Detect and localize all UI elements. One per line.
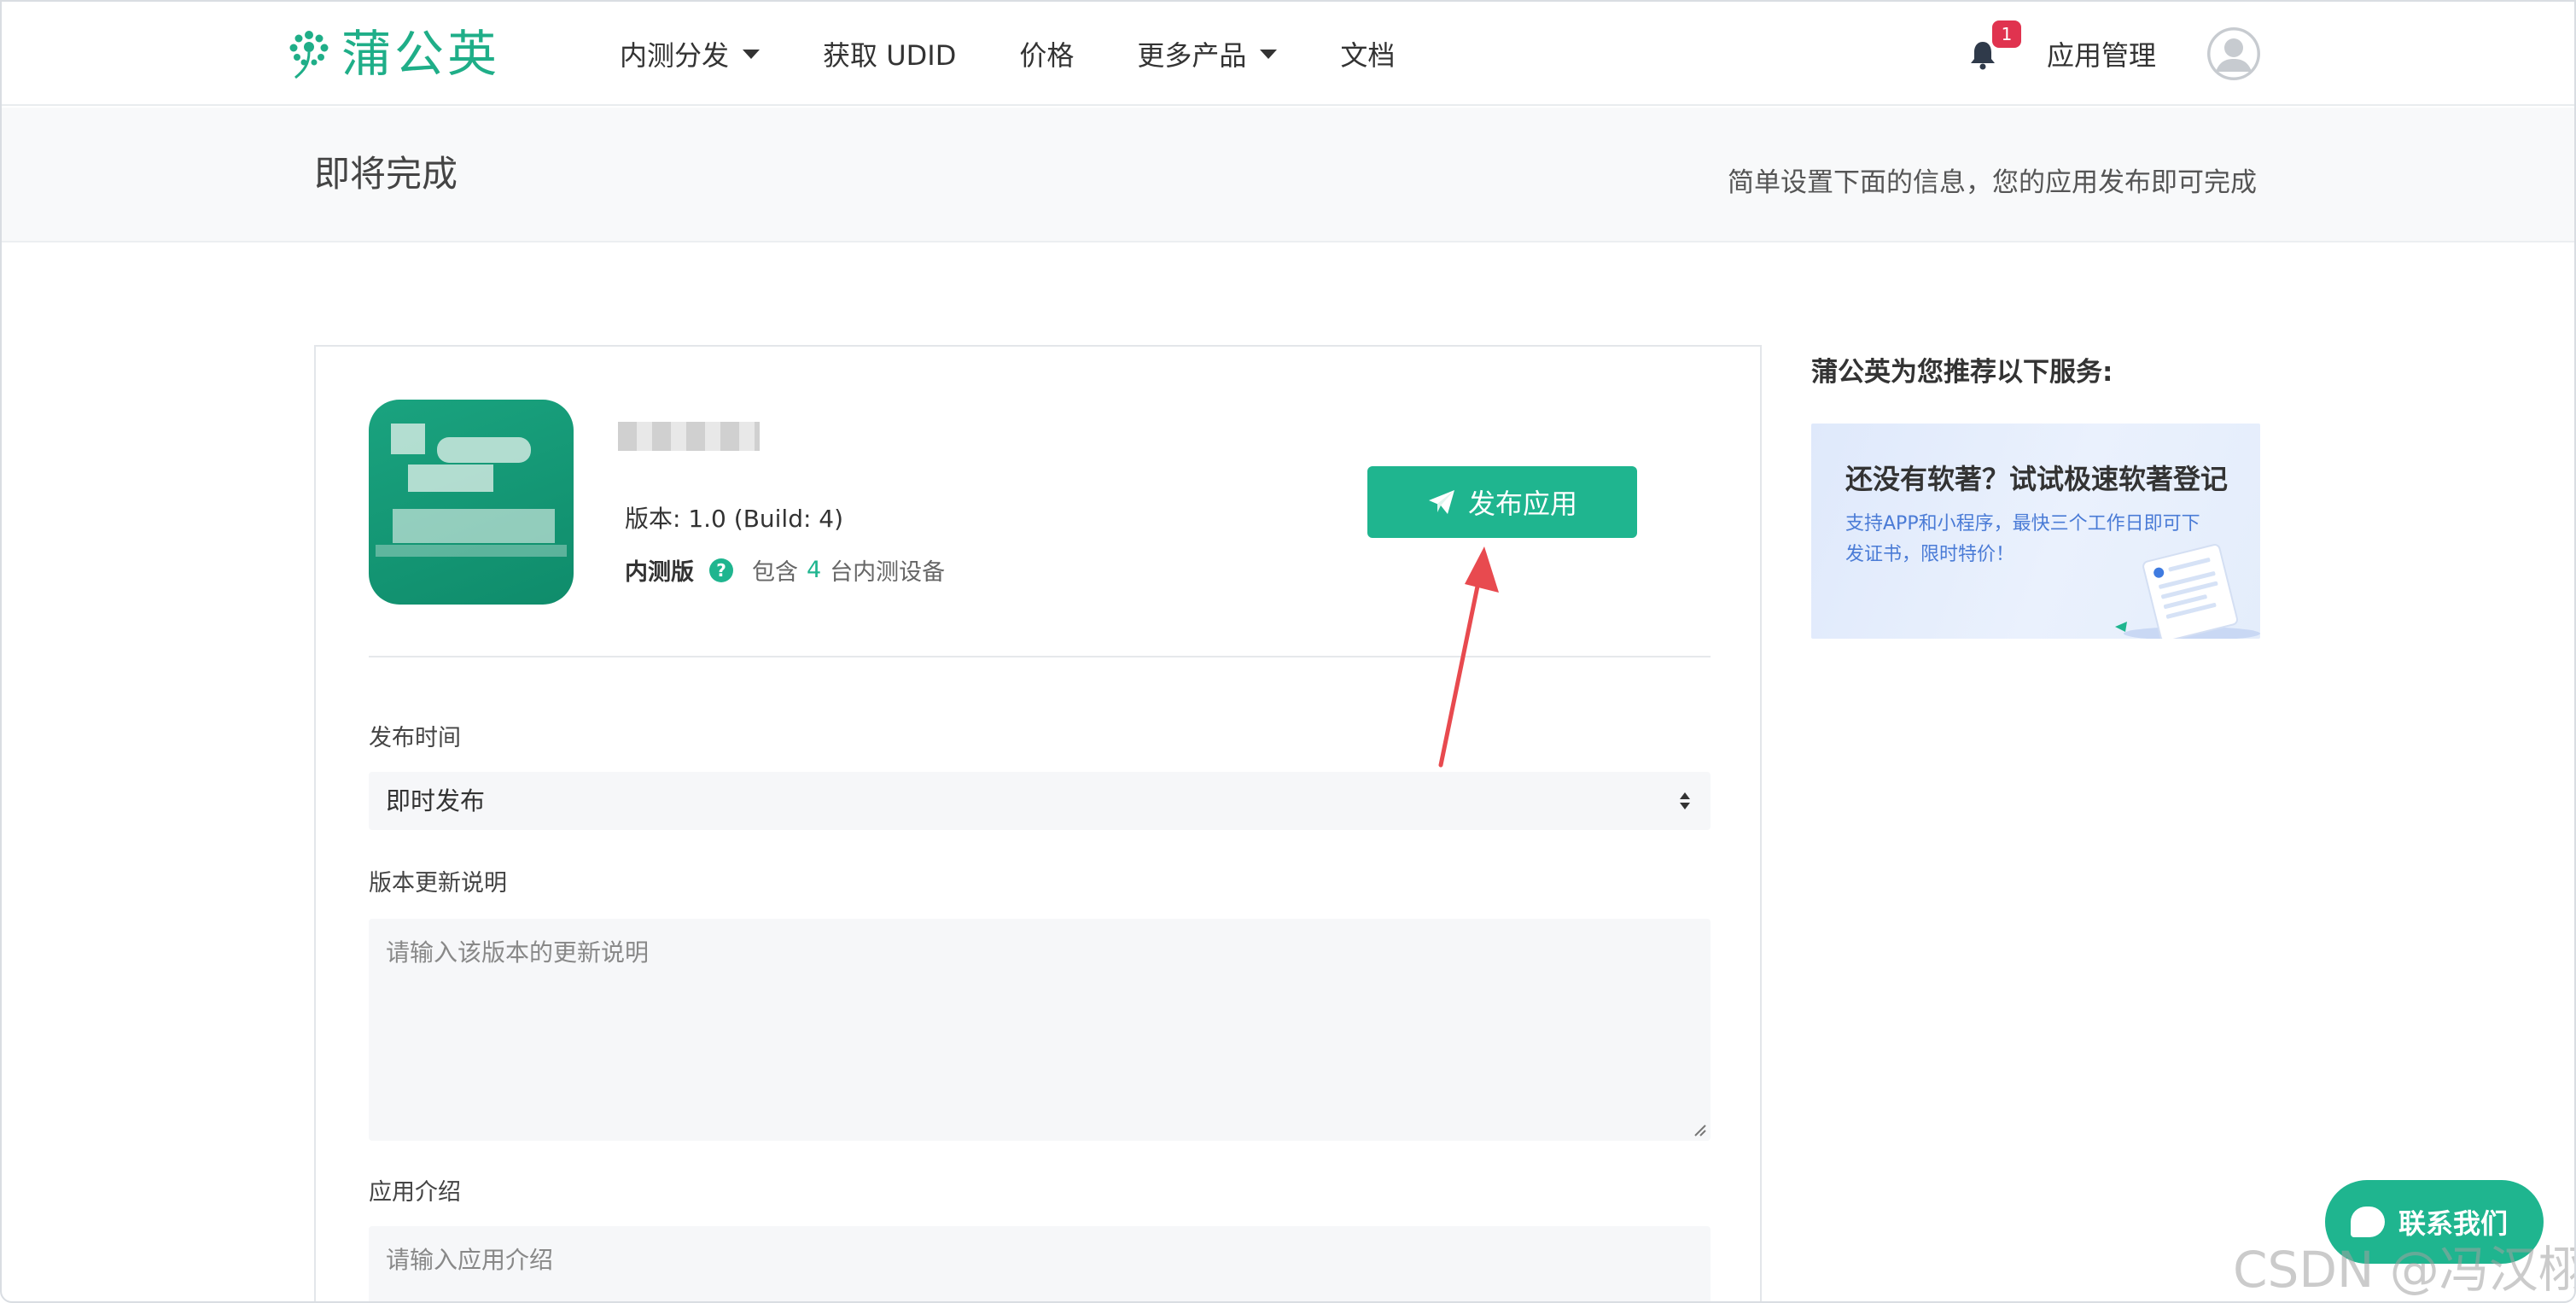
nav-item-pricing[interactable]: 价格 [1019,34,1074,73]
publish-app-button[interactable]: 发布应用 [1367,466,1637,538]
app-intro-placeholder: 请输入应用介绍 [386,1246,554,1274]
nav-item-label: 更多产品 [1137,39,1247,72]
user-silhouette-icon [2207,27,2260,80]
notification-badge: 1 [1992,20,2021,48]
blurred-pixel [408,465,493,492]
channel-label: 内测版 [625,559,694,586]
caret-down-icon [1260,49,1278,59]
blurred-pixel [376,545,567,557]
dandelion-logo-icon [289,31,329,79]
top-navbar: 蒲公英 内测分发 获取 UDID 价格 更多产品 文档 1 应用管理 [2,2,2574,106]
page-title: 即将完成 [314,153,458,195]
app-management-link[interactable]: 应用管理 [2047,34,2156,73]
select-arrows-icon [1680,792,1690,809]
brand-name: 蒲公英 [341,25,501,83]
help-icon[interactable]: ? [709,558,733,582]
app-icon [369,400,574,605]
publish-form-card: 版本: 1.0 (Build: 4) 内测版 ? 包含 4 台内测设备 发布应用… [314,345,1762,1301]
nav-item-label: 文档 [1340,39,1396,72]
certificate-document-icon [2115,544,2260,639]
nav-item-docs[interactable]: 文档 [1340,34,1395,73]
nav-item-get-udid[interactable]: 获取 UDID [823,34,956,73]
caret-down-icon [743,49,761,59]
publish-time-label: 发布时间 [369,725,461,751]
nav-item-beta-distribution[interactable]: 内测分发 [620,34,761,73]
app-name-redacted [618,422,760,451]
blurred-pixel [393,509,555,543]
paper-plane-icon [1428,490,1454,514]
blurred-pixel [437,437,531,463]
resize-handle-icon[interactable] [1692,1122,1707,1137]
update-notes-label: 版本更新说明 [369,870,507,897]
publish-time-value: 即时发布 [386,786,486,815]
app-version: 版本: 1.0 (Build: 4) [625,505,844,533]
brand-logo[interactable]: 蒲公英 [285,24,500,84]
devices-count: 4 [807,557,822,583]
publish-button-label: 发布应用 [1467,488,1577,520]
blurred-pixel [391,424,425,454]
csdn-watermark: CSDN @冯汉栩 [2233,1241,2576,1299]
update-notes-textarea[interactable]: 请输入该版本的更新说明 [369,919,1711,1141]
update-notes-placeholder: 请输入该版本的更新说明 [386,938,650,967]
nav-item-more-products[interactable]: 更多产品 [1137,34,1278,73]
nav-item-label: 价格 [1019,39,1075,72]
devices-suffix: 台内测设备 [830,559,946,586]
page-hint: 简单设置下面的信息，您的应用发布即可完成 [1728,167,2257,198]
publish-time-select[interactable]: 即时发布 [369,772,1711,830]
user-avatar[interactable] [2207,27,2260,80]
section-divider [369,656,1711,657]
annotation-arrow [1438,546,1499,768]
main-nav: 内测分发 获取 UDID 价格 更多产品 文档 [620,2,1458,106]
nav-item-label: 内测分发 [620,39,730,72]
app-intro-textarea[interactable]: 请输入应用介绍 [369,1226,1711,1301]
promo-title: 还没有软著？试试极速软著登记 [1845,463,2229,495]
nav-item-label: 获取 UDID [823,39,957,72]
promo-banner-copyright[interactable]: 还没有软著？试试极速软著登记 支持APP和小程序，最快三个工作日即可下发证书，限… [1811,424,2260,639]
recommend-title: 蒲公英为您推荐以下服务: [1811,357,2113,388]
browser-frame: 蒲公英 内测分发 获取 UDID 价格 更多产品 文档 1 应用管理 即将完成 … [0,0,2576,1303]
devices-prefix: 包含 [752,559,798,586]
app-intro-label: 应用介绍 [369,1179,461,1206]
app-meta: 内测版 ? 包含 4 台内测设备 [625,553,945,587]
page-subheader: 即将完成 简单设置下面的信息，您的应用发布即可完成 [2,108,2574,242]
